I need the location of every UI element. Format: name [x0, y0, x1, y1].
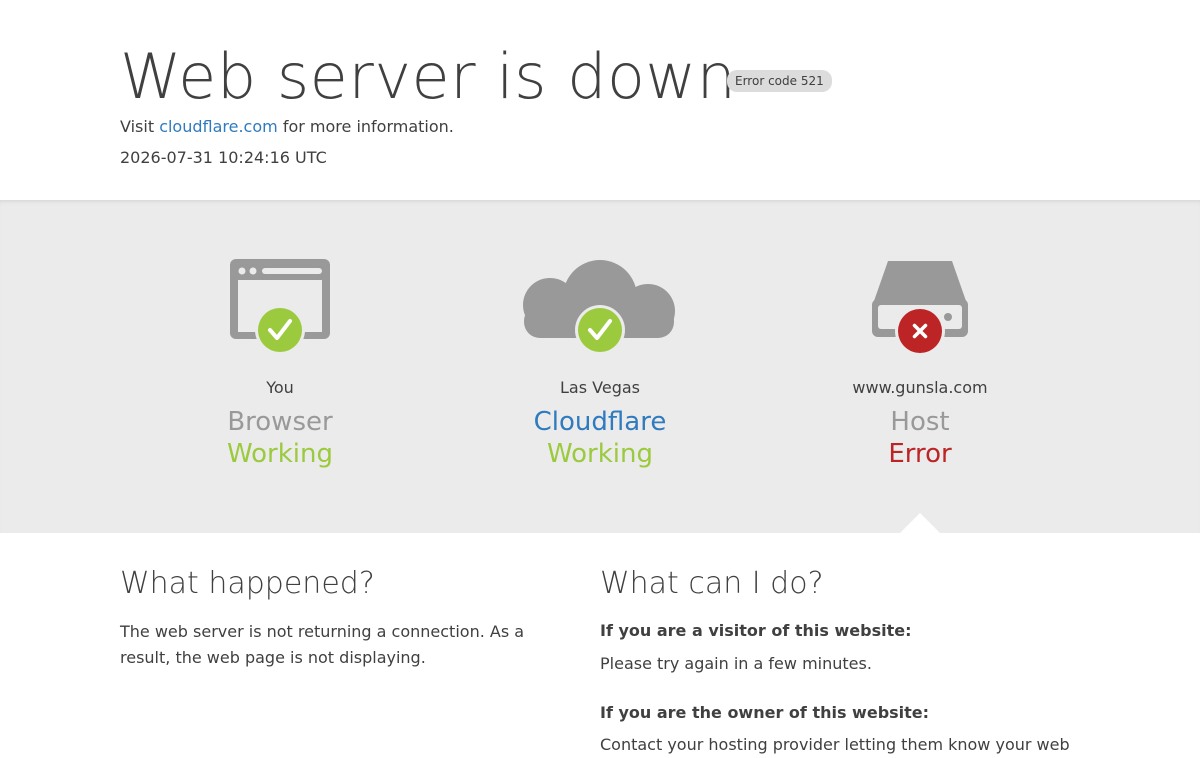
check-icon	[575, 305, 625, 355]
cloud-icon	[450, 255, 750, 360]
close-icon	[895, 306, 945, 356]
cloudflare-location: Las Vegas	[560, 378, 640, 397]
what-can-i-do-heading: What can I do?	[600, 566, 824, 601]
cloudflare-status: Working	[546, 439, 654, 469]
browser-location: You	[266, 378, 294, 397]
browser-status: Working	[226, 439, 334, 469]
page-title: Web server is down	[120, 40, 737, 113]
visit-prefix: Visit	[120, 117, 155, 136]
host-location: www.gunsla.com	[852, 378, 988, 397]
timestamp: 2026-07-31 10:24:16 UTC	[120, 148, 327, 167]
host-status: Error	[888, 439, 952, 469]
header: Web server is down Error code 521 Visit …	[0, 0, 1200, 200]
check-icon	[255, 305, 305, 355]
cloudflare-link[interactable]: cloudflare.com	[159, 117, 278, 136]
owner-heading: If you are the owner of this website:	[600, 703, 930, 722]
visitor-heading: If you are a visitor of this website:	[600, 621, 912, 640]
pointer-arrow	[900, 513, 940, 533]
status-band: You Browser Working Las Vegas Cloudflare…	[0, 200, 1200, 533]
owner-body: Contact your hosting provider letting th…	[600, 735, 1070, 754]
what-happened-heading: What happened?	[120, 566, 375, 601]
visitor-body: Please try again in a few minutes.	[600, 654, 872, 673]
cloudflare-label[interactable]: Cloudflare	[450, 407, 750, 437]
error-code-badge: Error code 521	[727, 70, 832, 92]
browser-label: Browser	[227, 407, 333, 437]
visit-line: Visit cloudflare.com for more informatio…	[120, 117, 454, 137]
what-happened-body: The web server is not returning a connec…	[120, 622, 525, 667]
server-icon	[770, 255, 1070, 360]
browser-icon	[130, 255, 430, 360]
visit-suffix: for more information.	[282, 117, 454, 136]
host-label: Host	[890, 407, 950, 437]
